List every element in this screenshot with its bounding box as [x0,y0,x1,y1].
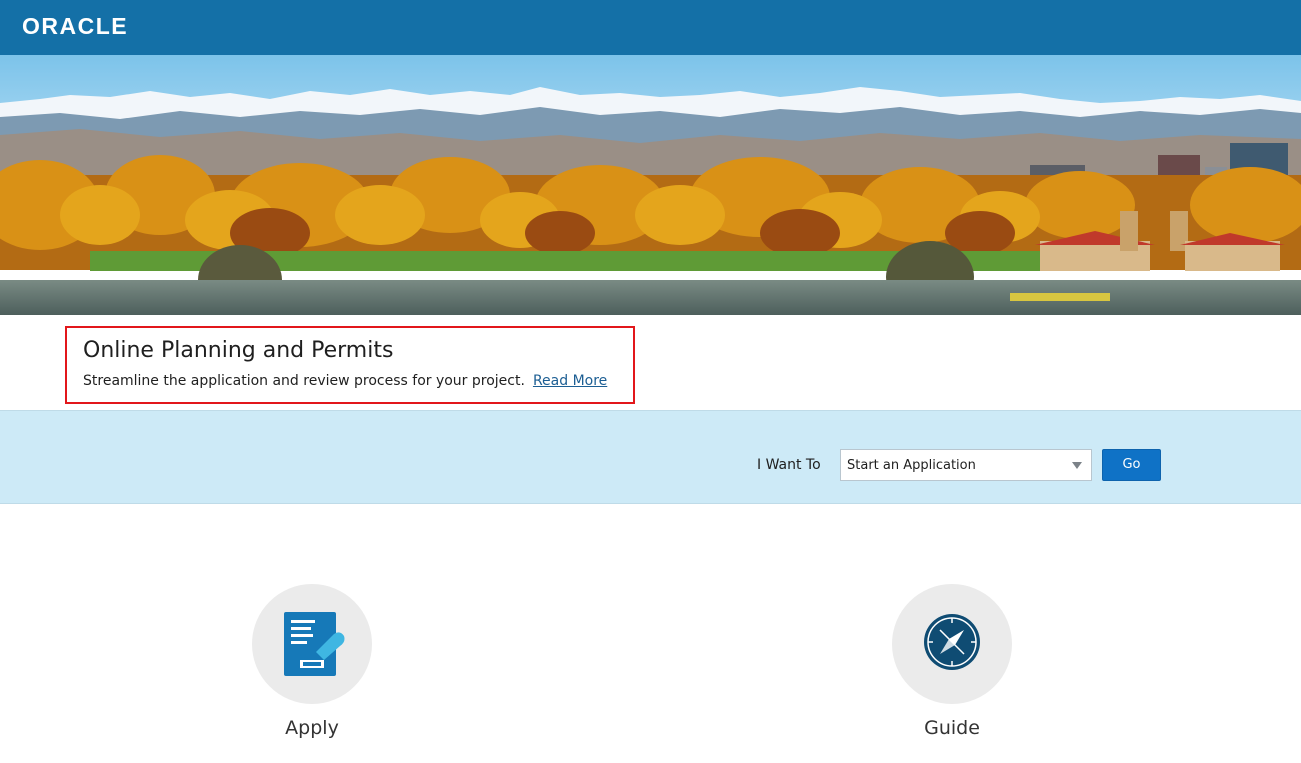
intro-description-row: Streamline the application and review pr… [83,373,607,389]
landscape-illustration [0,55,1301,315]
page-title: Online Planning and Permits [83,338,394,363]
guide-label: Guide [924,717,980,739]
intro-highlight-box: Online Planning and Permits Streamline t… [65,326,635,404]
go-button[interactable]: Go [1102,449,1161,481]
application-stamp-icon [284,612,345,676]
i-want-to-select[interactable]: Start an Application [840,449,1092,481]
intro-description: Streamline the application and review pr… [83,373,525,389]
intro-section: Online Planning and Permits Streamline t… [0,315,1301,410]
hero-banner [0,55,1301,315]
top-bar: ORACLE [0,0,1301,55]
compass-icon [924,614,980,670]
guide-icon-circle [892,584,1012,704]
selected-option: Start an Application [847,458,976,473]
i-want-to-label: I Want To [757,457,821,473]
apply-icon-circle [252,584,372,704]
oracle-logo[interactable]: ORACLE [22,13,128,39]
read-more-link[interactable]: Read More [533,373,607,389]
chevron-down-icon [1072,462,1082,469]
i-want-to-band: I Want To Start an Application Go [0,410,1301,504]
apply-label: Apply [285,717,339,739]
